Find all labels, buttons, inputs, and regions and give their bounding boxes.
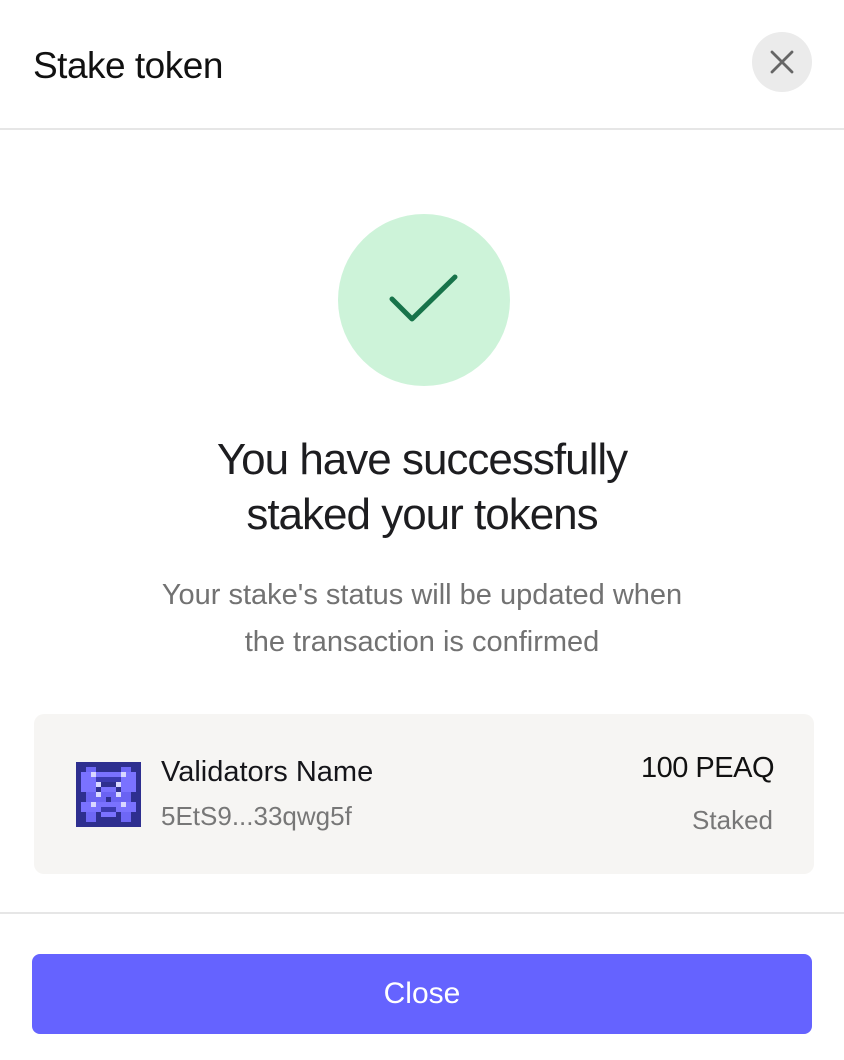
validator-summary-card: Validators Name 5EtS9...33qwg5f 100 PEAQ… [34,714,814,874]
success-badge [338,214,510,386]
validator-address: 5EtS9...33qwg5f [161,801,352,831]
checkmark-icon [389,274,458,322]
modal-title: Stake token [33,45,223,86]
success-subtext: Your stake's status will be updated when… [0,572,844,666]
success-headline: You have successfully staked your tokens [0,432,844,542]
close-x-button[interactable] [752,32,812,92]
pixel-avatar-icon [76,762,141,827]
success-headline-line-2: staked your tokens [246,490,598,539]
success-headline-line-1: You have successfully [216,435,628,484]
stake-status: Staked [692,805,773,835]
stake-amount: 100 PEAQ [640,752,775,784]
success-subtext-line-1: Your stake's status will be updated when [161,579,683,611]
success-subtext-line-2: the transaction is confirmed [244,626,600,658]
close-button[interactable]: Close [32,954,812,1034]
footer-divider [0,912,844,914]
stake-token-modal: Stake token You have successfully staked… [0,0,844,1060]
close-icon [770,50,794,74]
modal-header: Stake token [0,0,844,130]
validator-name: Validators Name [161,756,374,788]
